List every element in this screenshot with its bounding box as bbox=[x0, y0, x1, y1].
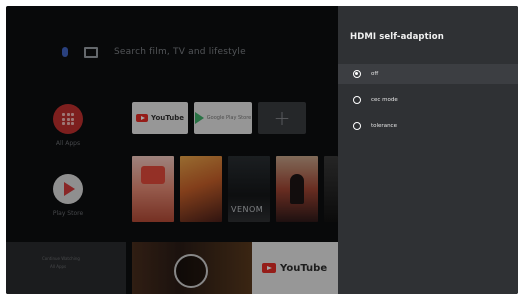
option-label: tolerance bbox=[371, 123, 397, 129]
option-tolerance[interactable]: tolerance bbox=[338, 116, 518, 136]
radio-icon[interactable] bbox=[353, 122, 361, 130]
tv-screen: Search film, TV and lifestyle All Apps P… bbox=[6, 6, 518, 294]
option-off[interactable]: off bbox=[338, 64, 518, 84]
radio-icon[interactable] bbox=[353, 96, 361, 104]
hdmi-settings-panel: HDMI self-adaption off cec mode toleranc… bbox=[338, 6, 518, 294]
dim-overlay bbox=[6, 6, 338, 294]
radio-selected-icon[interactable] bbox=[353, 70, 361, 78]
option-cec-mode[interactable]: cec mode bbox=[338, 90, 518, 110]
option-label: off bbox=[371, 71, 379, 77]
option-label: cec mode bbox=[371, 97, 398, 103]
panel-title: HDMI self-adaption bbox=[350, 32, 444, 42]
